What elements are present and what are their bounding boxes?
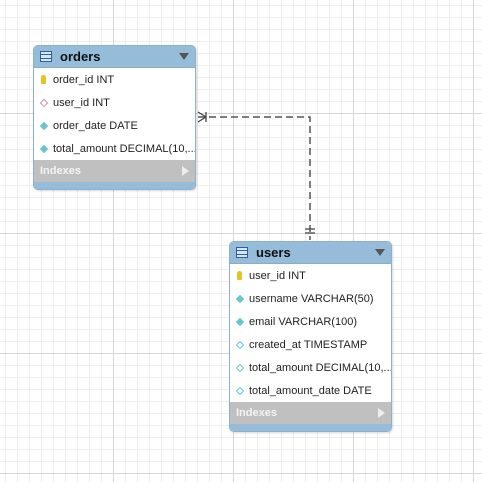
not-null-column-icon	[38, 143, 49, 154]
column-row[interactable]: email VARCHAR(100)	[230, 310, 391, 333]
column-label: order_id INT	[53, 73, 115, 86]
column-label: username VARCHAR(50)	[249, 292, 374, 305]
column-row[interactable]: created_at TIMESTAMP	[230, 333, 391, 356]
column-row[interactable]: total_amount_date DATE	[230, 379, 391, 402]
table-name: orders	[60, 49, 101, 64]
relationship-line	[198, 116, 311, 240]
column-label: user_id INT	[249, 269, 306, 282]
table-footer	[34, 182, 195, 189]
column-row[interactable]: username VARCHAR(50)	[230, 287, 391, 310]
expand-triangle-icon[interactable]	[182, 166, 189, 176]
collapse-triangle-icon[interactable]	[375, 249, 385, 256]
table-name: users	[256, 245, 291, 260]
primary-key-icon	[38, 74, 49, 85]
nullable-column-icon	[234, 385, 245, 396]
column-label: created_at TIMESTAMP	[249, 338, 368, 351]
column-row[interactable]: user_id INT	[34, 91, 195, 114]
indexes-label: Indexes	[236, 407, 277, 419]
column-row[interactable]: order_id INT	[34, 68, 195, 91]
column-label: order_date DATE	[53, 119, 138, 132]
column-label: total_amount DECIMAL(10,...	[249, 361, 391, 374]
not-null-column-icon	[38, 120, 49, 131]
not-null-column-icon	[234, 316, 245, 327]
table-icon	[236, 247, 248, 258]
column-label: email VARCHAR(100)	[249, 315, 357, 328]
indexes-section[interactable]: Indexes	[34, 160, 195, 182]
nullable-column-icon	[234, 362, 245, 373]
orders-table-header[interactable]: orders	[34, 46, 195, 68]
users-table-header[interactable]: users	[230, 242, 391, 264]
foreign-key-icon	[38, 97, 49, 108]
table-icon	[40, 51, 52, 62]
table-footer	[230, 424, 391, 431]
collapse-triangle-icon[interactable]	[179, 53, 189, 60]
indexes-label: Indexes	[40, 165, 81, 177]
column-row[interactable]: total_amount DECIMAL(10,...	[230, 356, 391, 379]
column-row[interactable]: order_date DATE	[34, 114, 195, 137]
column-label: user_id INT	[53, 96, 110, 109]
primary-key-icon	[234, 270, 245, 281]
column-label: total_amount_date DATE	[249, 384, 372, 397]
column-label: total_amount DECIMAL(10,...	[53, 142, 195, 155]
nullable-column-icon	[234, 339, 245, 350]
indexes-section[interactable]: Indexes	[230, 402, 391, 424]
users-table[interactable]: users user_id INT username VARCHAR(50) e…	[229, 241, 392, 432]
column-row[interactable]: total_amount DECIMAL(10,...	[34, 137, 195, 160]
column-row[interactable]: user_id INT	[230, 264, 391, 287]
not-null-column-icon	[234, 293, 245, 304]
expand-triangle-icon[interactable]	[378, 408, 385, 418]
orders-table[interactable]: orders order_id INT user_id INT order_da…	[33, 45, 196, 190]
